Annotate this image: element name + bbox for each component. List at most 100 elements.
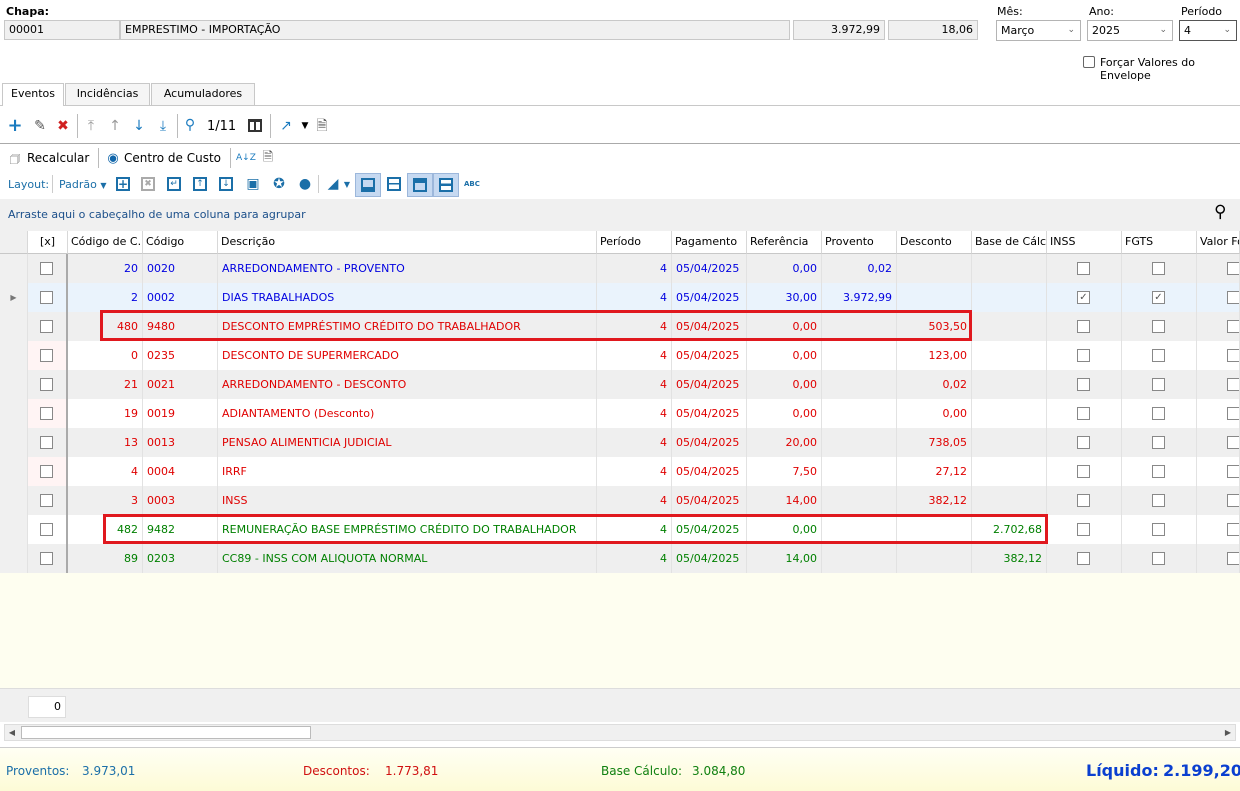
columns-layout-icon[interactable] (248, 119, 262, 132)
column-header-inss[interactable]: INSS (1047, 231, 1122, 254)
valor-fo-checkbox[interactable] (1227, 291, 1239, 304)
previous-record-icon[interactable]: ↑ (106, 118, 124, 134)
mes-select[interactable]: Março ⌄ (996, 20, 1081, 41)
next-record-icon[interactable]: ↓ (130, 118, 148, 134)
column-header-provento[interactable]: Provento (822, 231, 897, 254)
row-checkbox[interactable] (40, 465, 53, 478)
scroll-right-icon[interactable]: ▶ (1221, 725, 1235, 740)
inss-checkbox[interactable] (1077, 494, 1090, 507)
table-row[interactable]: 20 0020 ARREDONDAMENTO - PROVENTO 4 05/04/20… (0, 254, 1240, 283)
document-check-icon[interactable]: 🗎 (259, 150, 277, 166)
pin-icon[interactable]: ✪ (270, 176, 288, 192)
document-icon[interactable]: 🗎 (313, 118, 331, 134)
inss-checkbox[interactable] (1077, 320, 1090, 333)
forcar-checkbox[interactable] (1083, 56, 1095, 68)
row-checkbox[interactable] (40, 436, 53, 449)
search-icon[interactable]: ⚲ (1214, 202, 1226, 222)
fgts-checkbox[interactable] (1152, 407, 1165, 420)
row-checkbox[interactable] (40, 407, 53, 420)
table-row[interactable]: 21 0021 ARREDONDAMENTO - DESCONTO 4 05/04/20… (0, 370, 1240, 399)
move-up-icon[interactable]: ↑ (193, 177, 207, 191)
column-header-valor-fo[interactable]: Valor Fo (1197, 231, 1240, 254)
row-checkbox[interactable] (40, 523, 53, 536)
sort-az-icon[interactable]: A↓Z (236, 150, 256, 166)
inss-checkbox[interactable] (1077, 349, 1090, 362)
row-checkbox[interactable] (40, 262, 53, 275)
inss-checkbox[interactable]: ✓ (1077, 291, 1090, 304)
inss-checkbox[interactable] (1077, 407, 1090, 420)
tab-eventos[interactable]: Eventos (2, 83, 64, 106)
chapa-field[interactable]: 00001 (4, 20, 120, 40)
row-checkbox[interactable] (40, 291, 53, 304)
row-checkbox[interactable] (40, 349, 53, 362)
enter-icon[interactable]: ↵ (167, 177, 181, 191)
last-record-icon[interactable]: ⤓ (154, 118, 172, 134)
export-icon[interactable]: ↗ (277, 118, 295, 134)
header-toggle-button[interactable] (407, 173, 433, 197)
fgts-checkbox[interactable] (1152, 262, 1165, 275)
valor-fo-checkbox[interactable] (1227, 262, 1239, 275)
fgts-checkbox[interactable] (1152, 465, 1165, 478)
first-record-icon[interactable]: ⤒ (82, 118, 100, 134)
inss-checkbox[interactable] (1077, 262, 1090, 275)
valor-fo-checkbox[interactable] (1227, 523, 1239, 536)
ano-select[interactable]: 2025 ⌄ (1087, 20, 1173, 41)
valor-fo-checkbox[interactable] (1227, 552, 1239, 565)
table-row[interactable]: ▶ 2 0002 DIAS TRABALHADOS 4 05/04/2025 30,00 3.… (0, 283, 1240, 312)
periodo-select[interactable]: 4 ⌄ (1179, 20, 1237, 41)
tab-acumuladores[interactable]: Acumuladores (151, 83, 255, 105)
recalcular-button[interactable]: Recalcular (27, 151, 89, 165)
fgts-checkbox[interactable] (1152, 552, 1165, 565)
tab-incidencias[interactable]: Incidências (65, 83, 150, 105)
column-header-desconto[interactable]: Desconto (897, 231, 972, 254)
column-header-descricao[interactable]: Descrição (218, 231, 597, 254)
scrollbar-thumb[interactable] (21, 726, 311, 739)
remove-row-icon[interactable]: ✖ (141, 177, 155, 191)
inss-checkbox[interactable] (1077, 523, 1090, 536)
table-row[interactable]: 0 0235 DESCONTO DE SUPERMERCADO 4 05/04/2025… (0, 341, 1240, 370)
footer-toggle-button[interactable] (355, 173, 381, 197)
paint-brush-icon[interactable]: ▣ (244, 176, 262, 192)
inss-checkbox[interactable] (1077, 378, 1090, 391)
table-row[interactable]: 89 0203 CC89 - INSS COM ALIQUOTA NORMAL 4 05… (0, 544, 1240, 573)
split-layout-button[interactable] (383, 173, 407, 197)
inss-checkbox[interactable] (1077, 552, 1090, 565)
row-checkbox[interactable] (40, 494, 53, 507)
fgts-checkbox[interactable] (1152, 320, 1165, 333)
fgts-checkbox[interactable] (1152, 378, 1165, 391)
valor-fo-checkbox[interactable] (1227, 494, 1239, 507)
fgts-checkbox[interactable] (1152, 494, 1165, 507)
column-header-referencia[interactable]: Referência (747, 231, 822, 254)
centro-custo-button[interactable]: Centro de Custo (124, 151, 221, 165)
move-down-icon[interactable]: ↓ (219, 177, 233, 191)
valor-fo-checkbox[interactable] (1227, 407, 1239, 420)
table-row[interactable]: 3 0003 INSS 4 05/04/2025 14,00 382,12 (0, 486, 1240, 515)
scroll-left-icon[interactable]: ◀ (5, 725, 19, 740)
abc-icon[interactable]: ABC (464, 180, 480, 188)
dropdown-arrow-icon[interactable]: ▼ (296, 118, 314, 134)
column-header-fgts[interactable]: FGTS (1122, 231, 1197, 254)
valor-fo-checkbox[interactable] (1227, 349, 1239, 362)
rows-toggle-button[interactable] (433, 173, 459, 197)
valor-fo-checkbox[interactable] (1227, 378, 1239, 391)
valor-fo-checkbox[interactable] (1227, 320, 1239, 333)
layout-dropdown[interactable]: Padrão ▼ (59, 178, 107, 191)
column-header-base-calculo[interactable]: Base de Cálc... (972, 231, 1047, 254)
fgts-checkbox[interactable] (1152, 436, 1165, 449)
fgts-checkbox[interactable] (1152, 523, 1165, 536)
search-icon[interactable]: ⚲ (181, 117, 199, 133)
table-row[interactable]: 4 0004 IRRF 4 05/04/2025 7,50 27,12 (0, 457, 1240, 486)
column-header-codigo-cc[interactable]: Código de C... (68, 231, 143, 254)
delete-icon[interactable]: ✖ (54, 118, 72, 134)
insert-row-icon[interactable]: + (116, 177, 130, 191)
valor-fo-checkbox[interactable] (1227, 465, 1239, 478)
group-panel[interactable]: Arraste aqui o cabeçalho de uma coluna p… (0, 199, 1240, 231)
column-header-check-all[interactable]: [x] (28, 231, 68, 254)
row-checkbox[interactable] (40, 552, 53, 565)
fgts-checkbox[interactable] (1152, 349, 1165, 362)
column-header-codigo[interactable]: Código (143, 231, 218, 254)
column-header-periodo[interactable]: Período (597, 231, 672, 254)
horizontal-scrollbar[interactable]: ◀ ▶ (4, 724, 1236, 741)
table-row[interactable]: 13 0013 PENSAO ALIMENTICIA JUDICIAL 4 05/04/… (0, 428, 1240, 457)
inss-checkbox[interactable] (1077, 465, 1090, 478)
